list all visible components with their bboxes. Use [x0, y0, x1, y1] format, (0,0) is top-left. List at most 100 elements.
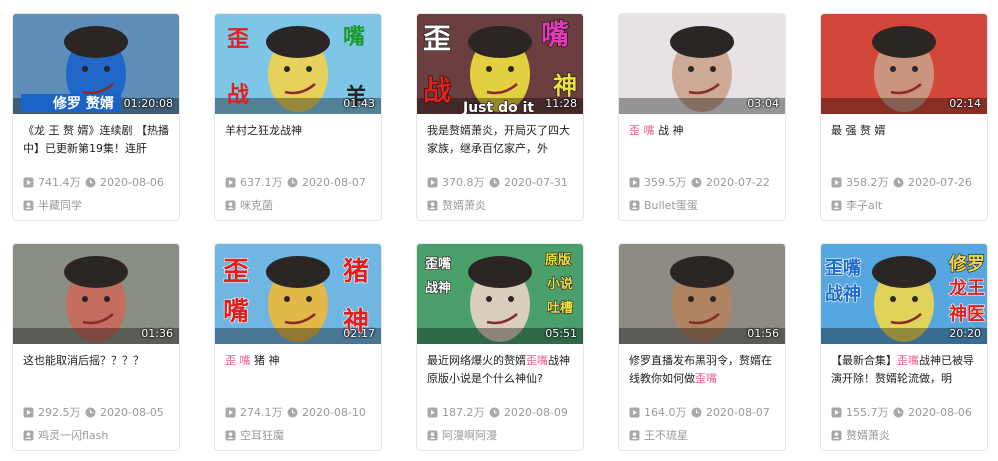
- video-title[interactable]: 修罗直播发布黑羽令，赘婿在线教你如何做歪嘴: [629, 352, 776, 388]
- video-thumbnail[interactable]: 歪 嘴战 神 Just do it 11:28: [417, 14, 583, 114]
- video-card[interactable]: 歪 嘴战 神 Just do it 11:28 我是赘婿萧炎，开局灭了四大家族，继承百亿家…: [416, 13, 584, 221]
- eye-right: [710, 66, 716, 72]
- eye-left: [890, 66, 896, 72]
- uploader[interactable]: 李子alt: [831, 197, 882, 213]
- video-thumbnail[interactable]: 01:56: [619, 244, 785, 344]
- video-thumbnail[interactable]: 歪嘴战羊 01:43: [215, 14, 381, 114]
- uploader-name[interactable]: Bullet蛋蛋: [644, 197, 698, 213]
- upload-date-value: 2020-07-31: [504, 175, 568, 189]
- upload-date: 2020-08-09: [489, 406, 568, 419]
- uploader[interactable]: 鸡灵一闪flash: [23, 427, 108, 443]
- uploader[interactable]: 王不琉星: [629, 427, 688, 443]
- upload-date: 2020-07-31: [489, 176, 568, 189]
- video-stats: 370.8万 2020-07-31: [427, 174, 568, 190]
- title-text: 我是赘婿萧炎，开局灭了四大家族，继承百亿家产，外: [427, 124, 570, 155]
- eye-right: [508, 66, 514, 72]
- video-duration: 01:56: [747, 327, 779, 340]
- video-thumbnail[interactable]: 歪嘴 战神 修罗 龙王 神医 20:20: [821, 244, 987, 344]
- uploader-icon: [427, 200, 438, 210]
- uploader-name[interactable]: 鸡灵一闪flash: [38, 427, 108, 443]
- video-card[interactable]: 修罗 赘婿 01:20:08 《龙 王 赘 婿》连续剧 【热播中】已更新第19集！连…: [12, 13, 180, 221]
- video-thumbnail[interactable]: 歪嘴 战神 原版 小说 吐槽 05:51: [417, 244, 583, 344]
- video-title[interactable]: 歪 嘴 猪 神: [225, 352, 372, 388]
- play-count-value: 741.4万: [38, 176, 81, 189]
- uploader-name[interactable]: 王不琉星: [644, 427, 688, 443]
- hair-shape: [266, 26, 330, 58]
- video-card[interactable]: 歪猪嘴神 02:17 歪 嘴 猪 神 274.1万 2020-08-10 空耳狂魔: [214, 243, 382, 451]
- upload-date-value: 2020-08-05: [100, 405, 164, 419]
- uploader-icon: [629, 200, 640, 210]
- video-title[interactable]: 这也能取消后摇？？？？: [23, 352, 170, 388]
- uploader[interactable]: 半藏同学: [23, 197, 82, 213]
- video-title[interactable]: 歪 嘴 战 神: [629, 122, 776, 158]
- video-title[interactable]: 最近网络爆火的赘婿歪嘴战神原版小说是个什么神仙?: [427, 352, 574, 388]
- video-thumbnail[interactable]: 歪猪嘴神 02:17: [215, 244, 381, 344]
- video-card[interactable]: 歪嘴 战神 原版 小说 吐槽 05:51 最近网络爆火的赘婿歪嘴战神原版小说是个什么神仙? 1…: [416, 243, 584, 451]
- uploader[interactable]: Bullet蛋蛋: [629, 197, 698, 213]
- video-title[interactable]: 【最新合集】歪嘴战神已被导演开除！赘婿轮流做，明: [831, 352, 978, 388]
- uploader[interactable]: 赘婿萧炎: [427, 197, 486, 213]
- video-stats: 637.1万 2020-08-07: [225, 174, 366, 190]
- video-card[interactable]: 歪嘴 战神 修罗 龙王 神医 20:20 【最新合集】歪嘴战神已被导演开除！赘婿轮流做，明 1…: [820, 243, 988, 451]
- video-grid: 修罗 赘婿 01:20:08 《龙 王 赘 婿》连续剧 【热播中】已更新第19集！连…: [0, 0, 998, 461]
- video-stats: 292.5万 2020-08-05: [23, 404, 164, 420]
- video-title[interactable]: 最 强 赘 婿: [831, 122, 978, 158]
- uploader-name[interactable]: 空耳狂魔: [240, 427, 284, 443]
- clock-icon: [489, 177, 500, 187]
- video-card[interactable]: 02:14 最 强 赘 婿 358.2万 2020-07-26 李子alt: [820, 13, 988, 221]
- play-count-icon: [23, 407, 34, 417]
- play-count: 155.7万: [831, 404, 893, 420]
- uploader[interactable]: 阿漫啊阿漫: [427, 427, 497, 443]
- uploader[interactable]: 空耳狂魔: [225, 427, 284, 443]
- thumbnail-caption-text: 龙王: [949, 277, 985, 299]
- uploader-name[interactable]: 李子alt: [846, 197, 882, 213]
- play-count: 741.4万: [23, 174, 85, 190]
- video-thumbnail[interactable]: 01:36: [13, 244, 179, 344]
- title-text: 猪 神: [250, 354, 280, 367]
- uploader-name[interactable]: 半藏同学: [38, 197, 82, 213]
- eye-left: [890, 296, 896, 302]
- uploader-name[interactable]: 赘婿萧炎: [846, 427, 890, 443]
- uploader[interactable]: 赘婿萧炎: [831, 427, 890, 443]
- uploader-name[interactable]: 赘婿萧炎: [442, 197, 486, 213]
- thumbnail-caption-text: 嘴: [223, 297, 249, 327]
- play-count-value: 274.1万: [240, 406, 283, 419]
- play-count-icon: [225, 177, 236, 187]
- upload-date: 2020-08-05: [85, 406, 164, 419]
- video-title[interactable]: 羊村之狂龙战神: [225, 122, 372, 158]
- title-highlight-keyword: 歪 嘴: [225, 354, 251, 367]
- play-count: 637.1万: [225, 174, 287, 190]
- eye-left: [82, 66, 88, 72]
- video-card[interactable]: 01:56 修罗直播发布黑羽令，赘婿在线教你如何做歪嘴 164.0万 2020-08-…: [618, 243, 786, 451]
- uploader-icon: [629, 430, 640, 440]
- video-card[interactable]: 01:36 这也能取消后摇？？？？ 292.5万 2020-08-05 鸡灵一闪flas…: [12, 243, 180, 451]
- upload-date-value: 2020-08-07: [302, 175, 366, 189]
- video-thumbnail[interactable]: 02:14: [821, 14, 987, 114]
- thumbnail-caption-text: 歪: [423, 22, 451, 55]
- uploader[interactable]: 咪克菌: [225, 197, 273, 213]
- hair-shape: [468, 256, 532, 288]
- uploader-name[interactable]: 咪克菌: [240, 197, 273, 213]
- video-thumbnail[interactable]: 03:04: [619, 14, 785, 114]
- thumbnail-caption-text: 嘴: [541, 18, 569, 51]
- hair-shape: [670, 26, 734, 58]
- video-title[interactable]: 《龙 王 赘 婿》连续剧 【热播中】已更新第19集！连肝: [23, 122, 170, 158]
- video-title[interactable]: 我是赘婿萧炎，开局灭了四大家族，继承百亿家产，外: [427, 122, 574, 158]
- eye-right: [104, 66, 110, 72]
- thumbnail-caption-text: Just do it: [462, 100, 534, 114]
- uploader-name[interactable]: 阿漫啊阿漫: [442, 427, 497, 443]
- video-stats: 358.2万 2020-07-26: [831, 174, 972, 190]
- play-count-value: 292.5万: [38, 406, 81, 419]
- play-count-value: 370.8万: [442, 176, 485, 189]
- video-card[interactable]: 03:04 歪 嘴 战 神 359.5万 2020-07-22 Bullet蛋蛋: [618, 13, 786, 221]
- title-highlight-keyword: 歪嘴: [526, 354, 548, 367]
- thumbnail-caption-text: 吐槽: [547, 300, 573, 316]
- video-thumbnail[interactable]: 修罗 赘婿 01:20:08: [13, 14, 179, 114]
- video-card[interactable]: 歪嘴战羊 01:43 羊村之狂龙战神 637.1万 2020-08-07 咪克菌: [214, 13, 382, 221]
- play-count-value: 164.0万: [644, 406, 687, 419]
- title-text: 《龙 王 赘 婿》连续剧 【热播中】已更新第19集！连肝: [23, 124, 169, 155]
- clock-icon: [85, 177, 96, 187]
- video-stats: 359.5万 2020-07-22: [629, 174, 770, 190]
- upload-date: 2020-07-22: [691, 176, 770, 189]
- upload-date: 2020-08-07: [287, 176, 366, 189]
